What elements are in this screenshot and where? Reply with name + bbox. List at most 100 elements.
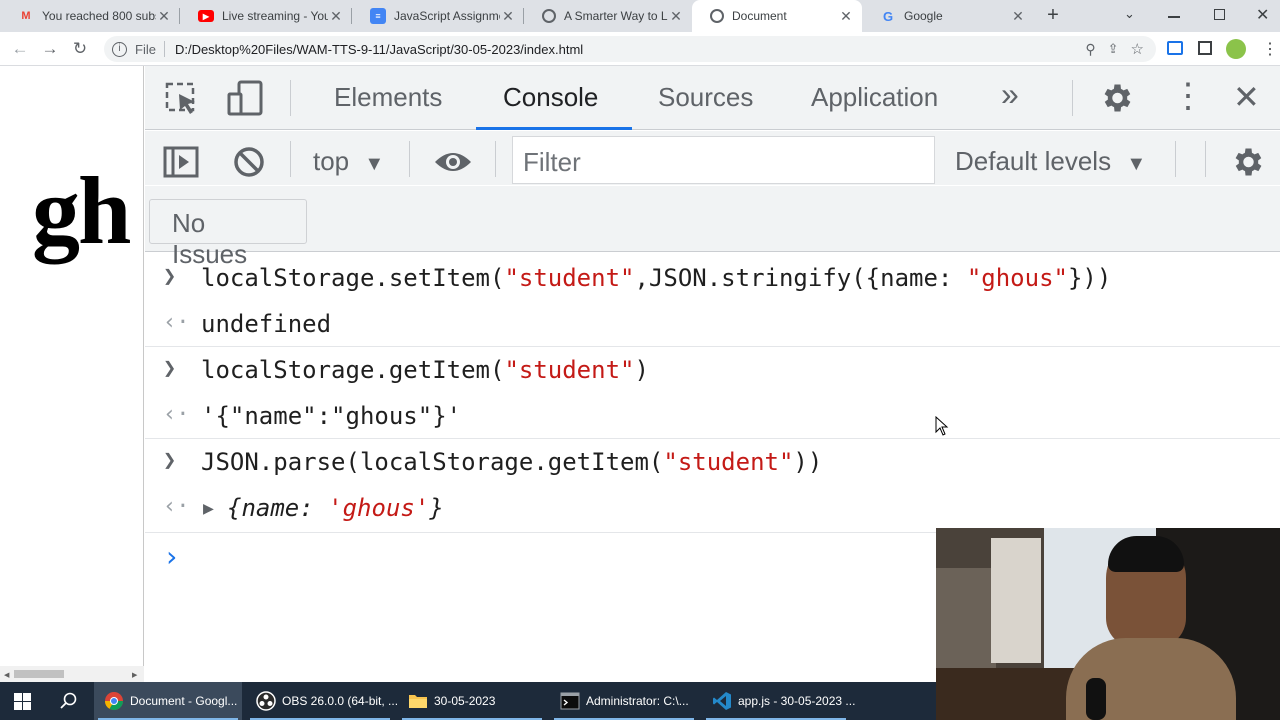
inspect-element-icon[interactable]: [165, 82, 199, 116]
browser-tab[interactable]: ≡ JavaScript Assignment ✕: [352, 0, 524, 32]
taskbar-item-chrome[interactable]: Document - Googl...: [94, 682, 242, 720]
forward-icon[interactable]: →: [38, 38, 62, 60]
cast-icon[interactable]: [1167, 41, 1183, 55]
tab-sources[interactable]: Sources: [658, 82, 753, 113]
browser-tab[interactable]: A Smarter Way to Lea ✕: [524, 0, 692, 32]
globe-icon: [710, 9, 724, 23]
side-panel-icon[interactable]: [1198, 41, 1212, 55]
minimize-icon[interactable]: [1168, 16, 1180, 18]
taskbar-label: Administrator: C:\...: [586, 694, 689, 708]
scheme-label: File: [135, 41, 156, 57]
browser-tab[interactable]: G Google ✕: [862, 0, 1034, 32]
active-tab-indicator: [476, 127, 632, 130]
taskbar-label: OBS 26.0.0 (64-bit, ...: [282, 694, 399, 708]
docs-icon: ≡: [370, 8, 386, 24]
issues-bar: [145, 186, 1280, 252]
taskbar-item-vscode[interactable]: app.js - 30-05-2023 ...: [702, 682, 855, 720]
scrollbar-thumb[interactable]: [14, 670, 64, 678]
back-icon[interactable]: ←: [8, 38, 32, 60]
folder-icon: [408, 691, 428, 711]
prompt-chevron-icon: ❯: [163, 356, 177, 381]
live-expression-eye-icon[interactable]: [433, 148, 473, 176]
expand-triangle-icon[interactable]: ▶: [203, 498, 214, 519]
close-icon[interactable]: ✕: [328, 8, 344, 25]
more-options-icon[interactable]: ⋮: [1171, 78, 1205, 114]
address-bar[interactable]: i File D:/Desktop%20Files/WAM-TTS-9-11/J…: [104, 36, 1156, 62]
new-tab-button[interactable]: +: [1043, 4, 1063, 28]
close-icon[interactable]: ✕: [838, 8, 854, 25]
device-toolbar-icon[interactable]: [227, 80, 265, 116]
tab-title: Google: [904, 9, 943, 23]
taskbar-item-obs[interactable]: OBS 26.0.0 (64-bit, ...: [246, 682, 398, 720]
tab-title: You reached 800 subs: [42, 9, 156, 23]
tab-title: JavaScript Assignment: [394, 9, 500, 23]
close-icon[interactable]: ✕: [500, 8, 516, 25]
close-devtools-icon[interactable]: ✕: [1233, 78, 1260, 116]
console-result: undefined: [201, 310, 332, 338]
console-object[interactable]: {name: 'ghous'}: [227, 494, 444, 522]
taskbar-item-explorer[interactable]: 30-05-2023: [398, 682, 546, 720]
context-label: top: [313, 146, 350, 176]
sidebar-toggle-icon[interactable]: [163, 146, 199, 178]
chrome-icon: [104, 691, 124, 711]
result-arrow-icon: ‹·: [163, 494, 190, 519]
youtube-icon: ▶: [198, 10, 214, 22]
browser-tab[interactable]: ▶ Live streaming - YouT ✕: [180, 0, 352, 32]
google-icon: G: [882, 8, 894, 24]
filter-input[interactable]: Filter: [512, 136, 935, 184]
browser-tab-active[interactable]: Document ✕: [692, 0, 862, 32]
context-selector[interactable]: top ▼: [313, 146, 384, 177]
gmail-icon: M: [21, 10, 31, 22]
close-icon[interactable]: ✕: [1010, 8, 1026, 25]
browser-tab-strip: M You reached 800 subs ✕ ▶ Live streamin…: [0, 0, 1280, 32]
console-code: localStorage.getItem("student"): [201, 356, 649, 384]
bookmark-star-icon[interactable]: ☆: [1131, 40, 1144, 58]
result-arrow-icon: ‹·: [163, 402, 190, 427]
levels-label: Default levels: [955, 146, 1112, 176]
console-settings-gear-icon[interactable]: [1229, 144, 1265, 180]
webcam-overlay: [936, 528, 1280, 720]
taskbar-label: Document - Googl...: [130, 694, 238, 708]
log-levels-dropdown[interactable]: Default levels ▼: [955, 146, 1146, 177]
browser-tab[interactable]: M You reached 800 subs ✕: [0, 0, 180, 32]
tab-application[interactable]: Application: [811, 82, 938, 113]
result-arrow-icon: ‹·: [163, 310, 190, 335]
window-close-icon[interactable]: ✕: [1256, 5, 1269, 25]
chevron-down-icon: ▼: [364, 153, 385, 175]
close-icon[interactable]: ✕: [668, 8, 684, 25]
page-heading: gh: [32, 157, 131, 264]
prompt-chevron-icon: ❯: [163, 264, 177, 289]
taskbar-item-terminal[interactable]: Administrator: C:\...: [550, 682, 698, 720]
settings-gear-icon[interactable]: [1098, 80, 1134, 116]
tab-search-chevron-icon[interactable]: ⌄: [1124, 6, 1135, 22]
share-icon[interactable]: ⇪: [1108, 41, 1119, 57]
close-icon[interactable]: ✕: [156, 8, 172, 25]
url-text[interactable]: D:/Desktop%20Files/WAM-TTS-9-11/JavaScri…: [175, 42, 583, 57]
chevron-down-icon: ▼: [1126, 153, 1147, 175]
reload-icon[interactable]: ↻: [68, 38, 92, 60]
active-prompt-chevron-icon: ›: [163, 540, 180, 573]
mouse-cursor-icon: [935, 416, 949, 436]
page-horizontal-scrollbar[interactable]: ◀ ▶: [0, 666, 144, 682]
globe-icon: [542, 9, 556, 23]
console-code: localStorage.setItem("student",JSON.stri…: [201, 264, 1112, 292]
info-icon[interactable]: i: [112, 41, 127, 57]
profile-avatar[interactable]: [1226, 39, 1246, 59]
terminal-icon: [560, 691, 580, 711]
more-tabs-icon[interactable]: »: [1001, 76, 1019, 113]
console-result[interactable]: '{"name":"ghous"}': [201, 402, 461, 430]
search-icon[interactable]: [60, 692, 78, 710]
restore-icon[interactable]: [1214, 9, 1225, 20]
windows-start-icon[interactable]: [14, 693, 31, 710]
taskbar-label: app.js - 30-05-2023 ...: [738, 694, 856, 708]
tab-title: Document: [732, 9, 787, 23]
tab-title: A Smarter Way to Lea: [564, 9, 668, 23]
taskbar-label: 30-05-2023: [434, 694, 496, 708]
zoom-icon[interactable]: ⚲: [1085, 41, 1095, 58]
tab-title: Live streaming - YouT: [222, 9, 328, 23]
clear-console-icon[interactable]: [233, 146, 265, 178]
tab-console[interactable]: Console: [503, 82, 598, 113]
tab-elements[interactable]: Elements: [334, 82, 442, 113]
kebab-menu-icon[interactable]: ⋮: [1262, 39, 1278, 59]
issues-button[interactable]: No Issues: [149, 199, 307, 269]
